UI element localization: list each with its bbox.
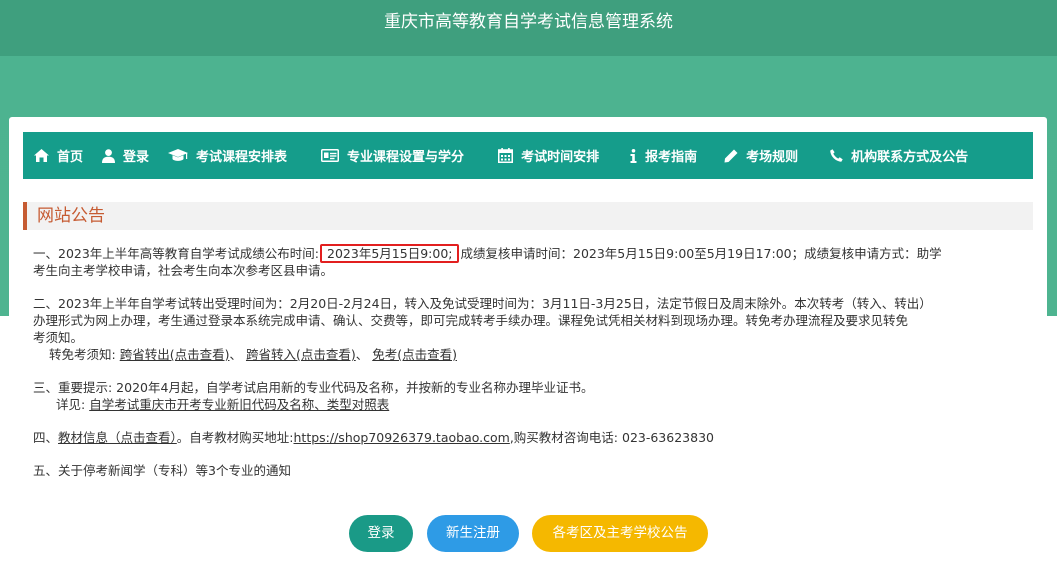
highlighted-date: 2023年5月15日9:00; bbox=[320, 244, 460, 263]
announcements-heading: 网站公告 bbox=[23, 202, 1033, 230]
announcement-item-3: 三、重要提示: 2020年4月起，自学考试启用新的专业代码及名称，并按新的专业名… bbox=[33, 379, 1028, 413]
home-icon bbox=[34, 149, 49, 162]
announcement-line: 一、2023年上半年高等教育自学考试成绩公布时间: 2023年5月15日9:00;… bbox=[33, 244, 1028, 263]
announcement-line: 考须知。 bbox=[33, 330, 84, 345]
link-textbook-info[interactable]: 教材信息（点击查看） bbox=[58, 430, 177, 445]
nav-item-label: 报考指南 bbox=[645, 150, 698, 165]
register-button[interactable]: 新生注册 bbox=[427, 515, 519, 552]
nav-item-exam-time[interactable]: 考试时间安排 bbox=[498, 132, 599, 179]
details-label: 详见: bbox=[56, 397, 86, 412]
nav-item-major-courses[interactable]: 专业课程设置与学分 bbox=[321, 132, 464, 179]
announcement-line: 三、重要提示: 2020年4月起，自学考试启用新的专业代码及名称，并按新的专业名… bbox=[33, 380, 594, 395]
district-notices-button[interactable]: 各考区及主考学校公告 bbox=[532, 515, 708, 552]
announcement-text: 四、 bbox=[33, 430, 59, 445]
announcement-text: 成绩复核申请时间：2023年5月15日9:00至5月19日17:00；成绩复核申… bbox=[460, 246, 942, 261]
calendar-icon bbox=[498, 148, 514, 163]
nav-item-label: 首页 bbox=[57, 150, 84, 165]
main-nav: 首页 登录 考试课程安排表 专业课程设置与学分 考试时间安排 报考指南 考场规则… bbox=[23, 132, 1033, 179]
graduation-cap-icon bbox=[168, 149, 189, 161]
phone-icon bbox=[830, 149, 843, 162]
link-major-code-table[interactable]: 自学考试重庆市开考专业新旧代码及名称、类型对照表 bbox=[89, 397, 389, 412]
separator: 、 bbox=[229, 347, 242, 362]
transfer-notes: 转免考须知: 跨省转出(点击查看)、 跨省转入(点击查看)、 免考(点击查看) bbox=[33, 346, 1028, 363]
info-icon bbox=[630, 148, 637, 163]
announcement-item-1: 一、2023年上半年高等教育自学考试成绩公布时间: 2023年5月15日9:00;… bbox=[33, 244, 1028, 279]
link-transfer-out[interactable]: 跨省转出(点击查看) bbox=[120, 347, 230, 362]
announcement-item-4: 四、教材信息（点击查看）。自考教材购买地址:https://shop709263… bbox=[33, 429, 1028, 446]
announcement-line: 二、2023年上半年自学考试转出受理时间为：2月20日-2月24日，转入及免试受… bbox=[33, 296, 932, 311]
link-transfer-in[interactable]: 跨省转入(点击查看) bbox=[246, 347, 356, 362]
nav-item-contacts[interactable]: 机构联系方式及公告 bbox=[830, 132, 968, 179]
nav-item-exam-schedule[interactable]: 考试课程安排表 bbox=[168, 132, 287, 179]
announcement-item-2: 二、2023年上半年自学考试转出受理时间为：2月20日-2月24日，转入及免试受… bbox=[33, 295, 1028, 363]
announcement-text[interactable]: 五、关于停考新闻学（专科）等3个专业的通知 bbox=[33, 463, 291, 478]
nav-item-label: 考试课程安排表 bbox=[196, 150, 288, 165]
announcement-line: 考生向主考学校申请，社会考生向本次参考区县申请。 bbox=[33, 263, 334, 278]
nav-item-label: 考试时间安排 bbox=[521, 150, 600, 165]
separator: 、 bbox=[355, 347, 369, 362]
nav-item-label: 登录 bbox=[123, 150, 150, 165]
announcement-list: 一、2023年上半年高等教育自学考试成绩公布时间: 2023年5月15日9:00;… bbox=[33, 244, 1028, 495]
page-title: 重庆市高等教育自学考试信息管理系统 bbox=[0, 0, 1057, 56]
announcement-text: ,购买教材咨询电话: 023-63623830 bbox=[509, 430, 714, 445]
nav-item-label: 专业课程设置与学分 bbox=[347, 150, 465, 165]
details-line: 详见: 自学考试重庆市开考专业新旧代码及名称、类型对照表 bbox=[33, 396, 1028, 413]
link-textbook-shop[interactable]: https://shop70926379.taobao.com bbox=[294, 430, 510, 445]
link-exemption[interactable]: 免考(点击查看) bbox=[372, 347, 457, 362]
nav-item-label: 考场规则 bbox=[746, 150, 799, 165]
nav-item-guide[interactable]: 报考指南 bbox=[630, 132, 697, 179]
announcement-item-5[interactable]: 五、关于停考新闻学（专科）等3个专业的通知 bbox=[33, 462, 1028, 479]
login-button[interactable]: 登录 bbox=[349, 515, 413, 552]
id-card-icon bbox=[321, 149, 340, 162]
nav-item-home[interactable]: 首页 bbox=[34, 132, 83, 179]
announcement-text: 一、2023年上半年高等教育自学考试成绩公布时间: bbox=[33, 246, 320, 261]
announcement-line: 办理形式为网上办理，考生通过登录本系统完成申请、确认、交费等，即可完成转考手续办… bbox=[33, 313, 909, 328]
nav-item-label: 机构联系方式及公告 bbox=[851, 150, 969, 165]
content-panel: 首页 登录 考试课程安排表 专业课程设置与学分 考试时间安排 报考指南 考场规则… bbox=[9, 117, 1047, 577]
nav-item-rules[interactable]: 考场规则 bbox=[724, 132, 798, 179]
nav-item-login[interactable]: 登录 bbox=[102, 132, 149, 179]
announcement-text: 。自考教材购买地址: bbox=[176, 430, 294, 445]
transfer-notes-label: 转免考须知: bbox=[49, 347, 116, 362]
user-icon bbox=[102, 148, 116, 163]
pencil-icon bbox=[724, 149, 738, 162]
